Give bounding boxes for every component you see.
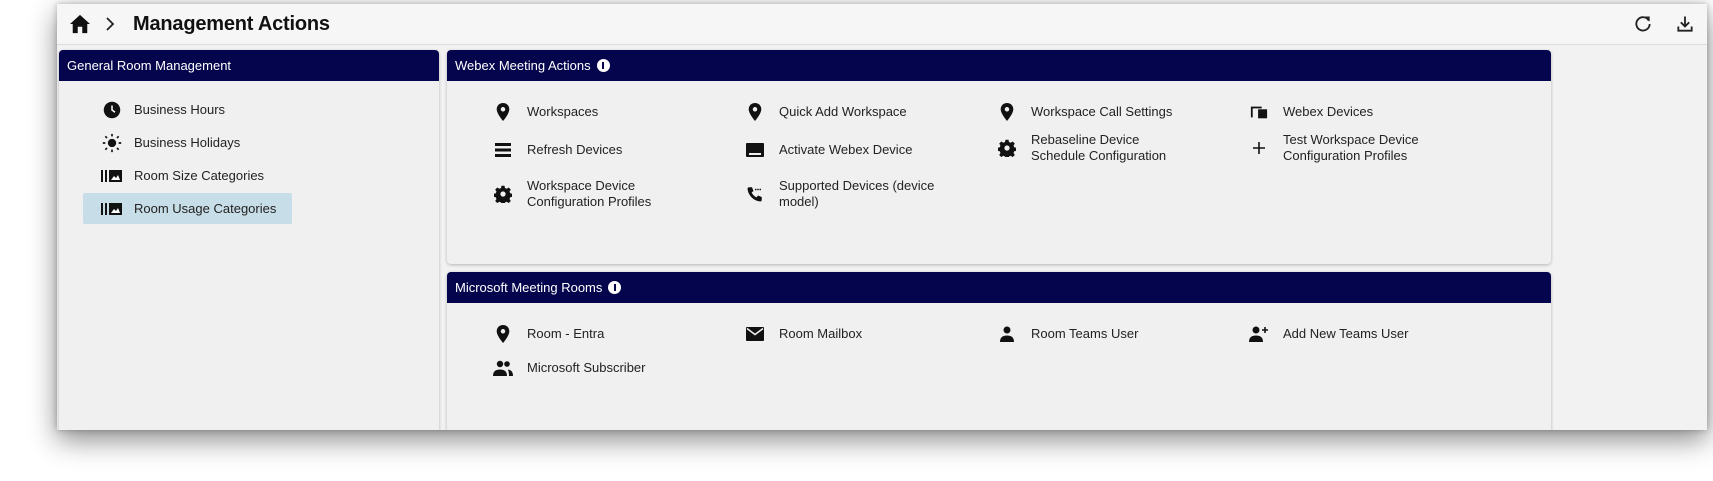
info-icon[interactable] [596, 59, 610, 72]
list-item-business-holidays[interactable]: Business Holidays [83, 127, 292, 158]
category-icon [101, 200, 123, 218]
action-add-new-teams-user[interactable]: Add New Teams User [1249, 324, 1408, 344]
people-icon [493, 358, 513, 378]
location-pin-icon [493, 324, 513, 344]
app-window: Management Actions General Room Manageme… [57, 4, 1707, 430]
action-label: Webex Devices [1283, 104, 1374, 119]
action-label: Activate Webex Device [779, 142, 913, 157]
general-actions-list: Business Hours Business Holidays Room Si… [83, 94, 292, 226]
action-label: Quick Add Workspace [779, 104, 907, 119]
action-label: Workspace Device Configuration Profiles [527, 178, 652, 209]
refresh-icon[interactable] [1631, 12, 1655, 36]
download-icon[interactable] [1673, 12, 1697, 36]
phone-icon [745, 184, 765, 204]
action-microsoft-subscriber[interactable]: Microsoft Subscriber [493, 358, 645, 378]
microsoft-meeting-rooms-panel: Microsoft Meeting Rooms Room - Entra Roo… [447, 272, 1551, 430]
list-item-label: Business Holidays [134, 135, 241, 150]
action-label: Add New Teams User [1283, 326, 1409, 341]
action-room-mailbox[interactable]: Room Mailbox [745, 324, 862, 344]
clock-icon [101, 101, 123, 119]
panel-title: Microsoft Meeting Rooms [455, 280, 603, 295]
page-title: Management Actions [133, 12, 330, 35]
action-label: Room Mailbox [779, 326, 863, 341]
person-add-icon [1249, 324, 1269, 344]
panel-header: Webex Meeting Actions [447, 50, 1551, 81]
chevron-right-icon [105, 16, 119, 32]
action-quick-add-workspace[interactable]: Quick Add Workspace [745, 102, 907, 122]
list-icon [493, 140, 513, 160]
location-pin-icon [493, 102, 513, 122]
mail-icon [745, 324, 765, 344]
home-icon[interactable] [69, 13, 91, 35]
action-label: Test Workspace Device Configuration Prof… [1283, 132, 1419, 163]
panel-header: General Room Management [59, 50, 439, 81]
action-room-entra[interactable]: Room - Entra [493, 324, 604, 344]
sun-icon [101, 133, 123, 152]
action-supported-devices[interactable]: Supported Devices (device model) [745, 178, 949, 210]
action-label: Rebaseline Device Schedule Configuration [1031, 132, 1167, 163]
action-webex-devices[interactable]: Webex Devices [1249, 102, 1373, 122]
panel-title: General Room Management [67, 58, 232, 73]
location-pin-icon [997, 102, 1017, 122]
action-test-workspace-device-config[interactable]: Test Workspace Device Configuration Prof… [1249, 132, 1433, 164]
list-item-label: Business Hours [134, 102, 226, 117]
action-workspace-call-settings[interactable]: Workspace Call Settings [997, 102, 1172, 122]
action-rebaseline-device-schedule[interactable]: Rebaseline Device Schedule Configuration [997, 132, 1181, 164]
general-room-management-panel: General Room Management Business Hours B… [59, 50, 439, 430]
action-refresh-devices[interactable]: Refresh Devices [493, 140, 622, 160]
list-item-business-hours[interactable]: Business Hours [83, 94, 292, 125]
info-icon[interactable] [608, 281, 622, 294]
panel-title: Webex Meeting Actions [455, 58, 591, 73]
devices-icon [1249, 102, 1269, 122]
plus-icon [1249, 138, 1269, 158]
action-label: Workspaces [527, 104, 599, 119]
action-label: Microsoft Subscriber [527, 360, 646, 375]
action-room-teams-user[interactable]: Room Teams User [997, 324, 1138, 344]
action-activate-webex-device[interactable]: Activate Webex Device [745, 140, 912, 160]
list-item-room-size-categories[interactable]: Room Size Categories [83, 160, 292, 191]
gear-icon [997, 138, 1017, 158]
list-item-label: Room Size Categories [134, 168, 265, 183]
location-pin-icon [745, 102, 765, 122]
keyboard-icon [745, 140, 765, 160]
breadcrumb: Management Actions [57, 4, 1707, 45]
action-workspaces[interactable]: Workspaces [493, 102, 598, 122]
panel-header: Microsoft Meeting Rooms [447, 272, 1551, 303]
action-label: Refresh Devices [527, 142, 623, 157]
action-label: Room - Entra [527, 326, 605, 341]
gear-icon [493, 184, 513, 204]
category-icon [101, 167, 123, 185]
action-label: Workspace Call Settings [1031, 104, 1173, 119]
list-item-label: Room Usage Categories [134, 201, 277, 216]
person-icon [997, 324, 1017, 344]
action-label: Room Teams User [1031, 326, 1139, 341]
list-item-room-usage-categories[interactable]: Room Usage Categories [83, 193, 292, 224]
action-label: Supported Devices (device model) [779, 178, 935, 209]
action-workspace-device-config-profiles[interactable]: Workspace Device Configuration Profiles [493, 178, 667, 210]
webex-meeting-actions-panel: Webex Meeting Actions Workspaces Quick A… [447, 50, 1551, 264]
